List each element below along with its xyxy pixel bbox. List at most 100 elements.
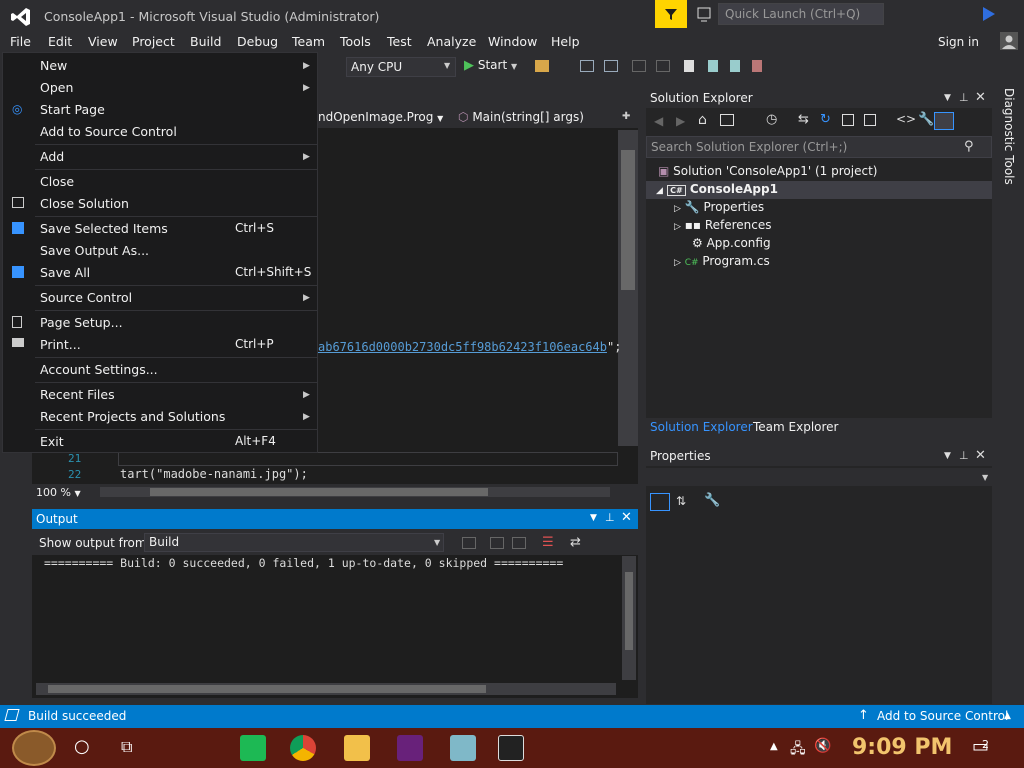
file-menu-add-to-source-control[interactable]: Add to Source Control xyxy=(40,124,177,139)
solution-explorer-search[interactable]: Search Solution Explorer (Ctrl+;) xyxy=(646,136,992,158)
menu-analyze[interactable]: Analyze xyxy=(427,34,476,49)
output-hscroll-thumb[interactable] xyxy=(48,685,486,693)
spotify-taskbar-icon[interactable] xyxy=(240,735,266,761)
menu-view[interactable]: View xyxy=(88,34,118,49)
taskbar-clock[interactable]: 9:09 PM xyxy=(852,735,952,760)
prev-message-icon[interactable] xyxy=(490,537,504,549)
network-icon[interactable]: 🖧 xyxy=(790,738,806,762)
file-menu-save-output-as[interactable]: Save Output As... xyxy=(40,243,149,258)
file-menu-recent-projects[interactable]: Recent Projects and Solutions xyxy=(40,409,225,424)
menu-file[interactable]: File xyxy=(10,34,31,49)
split-icon[interactable]: ✚ xyxy=(622,111,630,122)
menu-help[interactable]: Help xyxy=(551,34,580,49)
pending-changes-icon[interactable]: ◷ xyxy=(766,112,777,127)
pin-icon[interactable]: ⊥ xyxy=(959,449,969,462)
file-menu-recent-files[interactable]: Recent Files xyxy=(40,387,115,402)
tree-program-cs[interactable]: ▷ C# Program.cs xyxy=(674,254,770,268)
view-code-icon[interactable]: <> xyxy=(896,112,916,126)
menu-test[interactable]: Test xyxy=(387,34,412,49)
menu-window[interactable]: Window xyxy=(488,34,537,49)
start-debugging-button[interactable]: ▶ Start ▼ xyxy=(464,58,517,73)
menu-debug[interactable]: Debug xyxy=(237,34,278,49)
menu-team[interactable]: Team xyxy=(292,34,325,49)
forward-icon[interactable]: ▶ xyxy=(676,114,685,128)
file-explorer-taskbar-icon[interactable] xyxy=(344,735,370,761)
word-wrap-icon[interactable]: ⇄ xyxy=(570,535,581,550)
output-scroll-thumb[interactable] xyxy=(625,572,633,650)
tree-properties[interactable]: ▷ 🔧 Properties xyxy=(674,200,764,214)
tree-app-config[interactable]: ⚙ App.config xyxy=(692,236,771,250)
feedback-flag-icon[interactable] xyxy=(980,5,998,23)
menu-build[interactable]: Build xyxy=(190,34,221,49)
clear-all-icon[interactable]: ☰ xyxy=(542,535,554,550)
show-all-files-icon[interactable] xyxy=(864,114,876,126)
file-menu-add[interactable]: Add xyxy=(40,149,64,164)
add-to-source-control-button[interactable]: Add to Source Control xyxy=(877,709,1008,723)
zoom-level-select[interactable]: 100 % ▼ xyxy=(36,486,81,499)
sync-icon[interactable]: ⇆ xyxy=(798,112,809,127)
tree-solution[interactable]: ▣ Solution 'ConsoleApp1' (1 project) xyxy=(658,164,877,178)
find-message-icon[interactable] xyxy=(462,537,476,549)
file-menu-print[interactable]: Print... xyxy=(40,337,81,352)
attach-icon[interactable] xyxy=(535,60,549,72)
property-pages-icon[interactable]: 🔧 xyxy=(704,493,720,508)
categorized-icon[interactable] xyxy=(650,493,670,511)
close-icon[interactable]: ✕ xyxy=(975,448,986,463)
menu-edit[interactable]: Edit xyxy=(48,34,72,49)
properties-object-select[interactable] xyxy=(646,468,992,486)
file-menu-save-selected[interactable]: Save Selected Items xyxy=(40,221,168,236)
search-icon[interactable]: ⚲ xyxy=(964,139,974,154)
next-message-icon[interactable] xyxy=(512,537,526,549)
quick-launch-input[interactable]: Quick Launch (Ctrl+Q) xyxy=(718,3,884,25)
next-bookmark-icon[interactable] xyxy=(730,60,740,72)
chevron-up-icon[interactable]: ▲ xyxy=(770,741,778,752)
account-avatar-icon[interactable] xyxy=(1000,32,1018,50)
step-over-icon[interactable] xyxy=(604,60,618,72)
visual-studio-taskbar-icon[interactable] xyxy=(397,735,423,761)
prev-bookmark-icon[interactable] xyxy=(708,60,718,72)
back-icon[interactable]: ◀ xyxy=(654,114,663,128)
member-navigation-dropdown[interactable]: ⬡ Main(string[] args) xyxy=(458,110,584,124)
chrome-taskbar-icon[interactable] xyxy=(290,735,316,761)
comment-icon[interactable] xyxy=(632,60,646,72)
refresh-icon[interactable]: ↻ xyxy=(820,112,831,127)
tree-project[interactable]: ◢ C# ConsoleApp1 xyxy=(656,182,778,196)
feedback-filter-button[interactable] xyxy=(655,0,687,28)
diagnostic-tools-tab[interactable]: Diagnostic Tools xyxy=(1002,88,1016,185)
step-icon[interactable] xyxy=(580,60,594,72)
pin-icon[interactable]: ⊥ xyxy=(959,91,969,104)
output-text-area[interactable] xyxy=(32,555,638,698)
tab-solution-explorer[interactable]: Solution Explorer xyxy=(650,420,753,434)
sign-in-link[interactable]: Sign in xyxy=(938,35,979,49)
preview-selected-icon[interactable] xyxy=(934,112,954,130)
cortana-icon[interactable]: ○ xyxy=(74,736,90,757)
app-taskbar-icon[interactable] xyxy=(450,735,476,761)
type-navigation-dropdown[interactable]: ndOpenImage.Prog ▼ xyxy=(318,110,443,124)
uncomment-icon[interactable] xyxy=(656,60,670,72)
output-source-select[interactable]: Build xyxy=(144,533,444,552)
file-menu-close[interactable]: Close xyxy=(40,174,74,189)
chevron-down-icon[interactable]: ▼ xyxy=(944,451,951,461)
file-menu-open[interactable]: Open xyxy=(40,80,73,95)
start-button[interactable] xyxy=(12,730,56,766)
file-menu-source-control[interactable]: Source Control xyxy=(40,290,132,305)
tree-references[interactable]: ▷ ▪▪ References xyxy=(674,218,772,232)
menu-tools[interactable]: Tools xyxy=(340,34,371,49)
volume-muted-icon[interactable]: 🔇 xyxy=(814,738,831,754)
editor-hscroll-thumb[interactable] xyxy=(150,488,488,496)
properties-wrench-icon[interactable]: 🔧 xyxy=(918,112,934,127)
file-menu-account-settings[interactable]: Account Settings... xyxy=(40,362,158,377)
tab-team-explorer[interactable]: Team Explorer xyxy=(753,420,839,434)
chevron-down-icon[interactable]: ▼ xyxy=(944,93,951,103)
close-icon[interactable]: ✕ xyxy=(975,90,986,105)
file-menu-start-page[interactable]: Start Page xyxy=(40,102,105,117)
editor-scroll-thumb[interactable] xyxy=(621,150,635,290)
home-icon[interactable]: ⌂ xyxy=(698,112,707,128)
collapse-all-icon[interactable] xyxy=(842,114,854,126)
file-menu-new[interactable]: New xyxy=(40,58,67,73)
task-view-icon[interactable]: ⧉ xyxy=(121,737,132,757)
file-menu-close-solution[interactable]: Close Solution xyxy=(40,196,129,211)
file-menu-page-setup[interactable]: Page Setup... xyxy=(40,315,123,330)
close-icon[interactable]: ✕ xyxy=(621,510,632,525)
notification-icon[interactable] xyxy=(695,5,713,23)
